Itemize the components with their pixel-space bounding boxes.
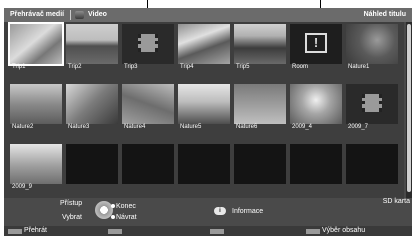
app-title: Přehrávač medií [10, 11, 65, 18]
video-thumbnail [66, 84, 118, 124]
video-tile-label: Trip5 [236, 64, 250, 70]
access-label: Přístup [60, 200, 83, 207]
video-thumbnail [122, 24, 174, 64]
room-exclamation-icon: ! [305, 33, 327, 53]
header-bar: Přehrávač medií Video Náhled titulu [4, 8, 412, 22]
video-thumbnail [290, 84, 342, 124]
video-tile-room[interactable]: ! Room [290, 24, 342, 72]
category-label: Video [88, 11, 107, 18]
video-thumbnail [234, 24, 286, 64]
video-tile-trip3[interactable]: Trip3 [122, 24, 174, 72]
video-thumbnail [8, 22, 64, 66]
video-tile-label: 2009_9 [12, 184, 33, 190]
video-tile-trip2[interactable]: Trip2 [66, 24, 118, 72]
select-content-label: Výběr obsahu [322, 227, 366, 234]
video-thumbnail [122, 84, 174, 124]
video-tile-label: Trip3 [124, 64, 138, 70]
video-tile-nature6[interactable]: Nature6 [234, 84, 286, 132]
empty-tile [66, 144, 118, 192]
video-tile-label: Nature4 [124, 124, 146, 130]
video-tile-label: Nature1 [348, 64, 370, 70]
video-tile-nature3[interactable]: Nature3 [66, 84, 118, 132]
thumbnail-grid: Trip1 Trip2 Trip3 Trip4 Trip5 ! Room Nat… [4, 22, 404, 198]
empty-tile [178, 144, 230, 192]
header-divider [70, 10, 71, 20]
video-thumbnail [178, 24, 230, 64]
video-tile-nature5[interactable]: Nature5 [178, 84, 230, 132]
empty-tile [122, 144, 174, 192]
video-thumbnail [346, 84, 398, 124]
screen: Přehrávač medií Video Náhled titulu Trip… [0, 0, 412, 242]
video-tile-label: Nature5 [180, 124, 202, 130]
color-key-icon [306, 229, 320, 234]
video-thumbnail [234, 84, 286, 124]
empty-tile [290, 144, 342, 192]
empty-tile [234, 144, 286, 192]
exit-label: Konec [116, 203, 136, 210]
scrollbar[interactable] [406, 22, 412, 198]
info-label: Informace [232, 208, 264, 215]
play-label: Přehrát [24, 227, 47, 234]
video-tile-label: Nature2 [12, 124, 34, 130]
video-tile-label: 2009_4 [292, 124, 313, 130]
back-label: Návrat [116, 214, 137, 221]
video-category-icon [75, 11, 84, 19]
back-button-icon [111, 215, 115, 219]
video-tile-label: Trip4 [180, 64, 194, 70]
sd-card-label: SD karta [382, 198, 410, 205]
video-tile-label: Room [292, 64, 309, 70]
video-thumbnail [10, 84, 62, 124]
video-thumbnail: ! [290, 24, 342, 64]
exit-button-icon [111, 204, 115, 208]
color-key-icon [108, 229, 122, 234]
video-thumbnail [346, 24, 398, 64]
video-tile-label: Trip2 [68, 64, 82, 70]
video-tile-label: Nature6 [236, 124, 258, 130]
video-thumbnail [10, 144, 62, 184]
color-key-icon [210, 229, 224, 234]
video-tile-2009-7[interactable]: 2009_7 [346, 84, 398, 132]
title-preview-label: Náhled titulu [363, 11, 406, 18]
media-player-panel: Přehrávač medií Video Náhled titulu Trip… [4, 8, 412, 236]
select-label: Vybrat [62, 214, 82, 221]
video-tile-2009-9[interactable]: 2009_9 [10, 144, 62, 192]
video-tile-nature1[interactable]: Nature1 [346, 24, 398, 72]
info-button-icon: i [214, 207, 226, 215]
color-key-icon [8, 229, 22, 234]
video-tile-nature4[interactable]: Nature4 [122, 84, 174, 132]
film-icon [362, 94, 382, 112]
video-tile-label: 2009_7 [348, 124, 369, 130]
empty-tile [346, 144, 398, 192]
video-tile-trip1[interactable]: Trip1 [8, 22, 64, 72]
color-key-bar: Přehrát Výběr obsahu [4, 226, 412, 236]
film-icon [138, 34, 158, 52]
video-tile-2009-4[interactable]: 2009_4 [290, 84, 342, 132]
video-thumbnail [66, 24, 118, 64]
video-tile-label: Nature3 [68, 124, 90, 130]
video-tile-trip4[interactable]: Trip4 [178, 24, 230, 72]
video-thumbnail [178, 84, 230, 124]
video-tile-nature2[interactable]: Nature2 [10, 84, 62, 132]
scrollbar-thumb[interactable] [407, 24, 411, 192]
video-tile-label: Trip1 [12, 64, 26, 70]
video-tile-trip5[interactable]: Trip5 [234, 24, 286, 72]
